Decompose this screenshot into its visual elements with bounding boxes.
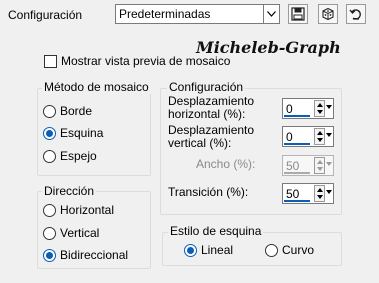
radio-bidireccional[interactable] [43, 249, 56, 262]
v-offset-label-line2: vertical (%): [168, 136, 232, 150]
preview-checkbox[interactable] [44, 55, 57, 68]
tile-method-title: Método de mosaico [42, 80, 151, 94]
radio-espejo-label: Espejo [60, 149, 97, 163]
corner-style-title: Estilo de esquina [168, 224, 264, 238]
width-stepper [314, 157, 325, 174]
settings-title: Configuración [167, 80, 246, 94]
width-value: 50 [286, 159, 300, 173]
chevron-down-icon[interactable] [263, 5, 279, 23]
transition-stepper[interactable] [314, 185, 325, 202]
reset-button[interactable] [346, 4, 366, 24]
preset-label: Configuración [8, 8, 83, 22]
radio-horizontal[interactable] [43, 204, 56, 217]
direction-title: Dirección [42, 184, 97, 198]
preview-checkbox-label: Mostrar vista previa de mosaico [61, 54, 231, 68]
width-spinner: 50 [282, 155, 334, 176]
dice-icon [322, 7, 334, 21]
chevron-down-icon [326, 162, 332, 166]
transition-spinner[interactable]: 50 [282, 183, 334, 204]
floppy-disk-icon [291, 7, 305, 21]
preset-dropdown-value: Predeterminadas [119, 7, 211, 21]
width-label: Ancho (%): [196, 157, 256, 171]
radio-curvo-label: Curvo [282, 243, 315, 257]
chevron-down-icon[interactable] [326, 190, 332, 194]
v-offset-stepper[interactable] [314, 128, 325, 145]
radio-borde-label: Borde [60, 104, 93, 118]
radio-curvo[interactable] [265, 244, 278, 257]
radio-esquina[interactable] [43, 127, 56, 140]
reset-icon [349, 9, 361, 20]
save-preset-button[interactable] [288, 4, 308, 24]
h-offset-stepper[interactable] [314, 100, 325, 117]
radio-bidireccional-label: Bidireccional [60, 248, 129, 262]
chevron-down-icon[interactable] [326, 133, 332, 137]
randomize-button[interactable] [318, 4, 338, 24]
transition-value[interactable]: 50 [286, 187, 299, 201]
transition-slider-bar[interactable] [284, 200, 310, 202]
v-offset-spinner[interactable]: 0 [282, 126, 334, 147]
radio-vertical[interactable] [43, 227, 56, 240]
v-offset-value[interactable]: 0 [286, 130, 293, 144]
preset-dropdown[interactable]: Predeterminadas [115, 4, 280, 24]
width-slider-bar [284, 172, 310, 174]
v-offset-slider-bar[interactable] [284, 143, 310, 145]
h-offset-label-line2: horizontal (%): [168, 107, 246, 121]
radio-vertical-label: Vertical [60, 226, 100, 240]
radio-espejo[interactable] [43, 150, 56, 163]
transition-label: Transición (%): [168, 185, 249, 199]
radio-borde[interactable] [43, 105, 56, 118]
h-offset-slider-bar[interactable] [284, 115, 310, 117]
radio-horizontal-label: Horizontal [60, 203, 115, 217]
radio-lineal-label: Lineal [201, 243, 234, 257]
radio-esquina-label: Esquina [60, 126, 104, 140]
h-offset-value[interactable]: 0 [286, 102, 293, 116]
chevron-down-icon[interactable] [326, 105, 332, 109]
radio-lineal[interactable] [184, 244, 197, 257]
h-offset-spinner[interactable]: 0 [282, 98, 334, 119]
